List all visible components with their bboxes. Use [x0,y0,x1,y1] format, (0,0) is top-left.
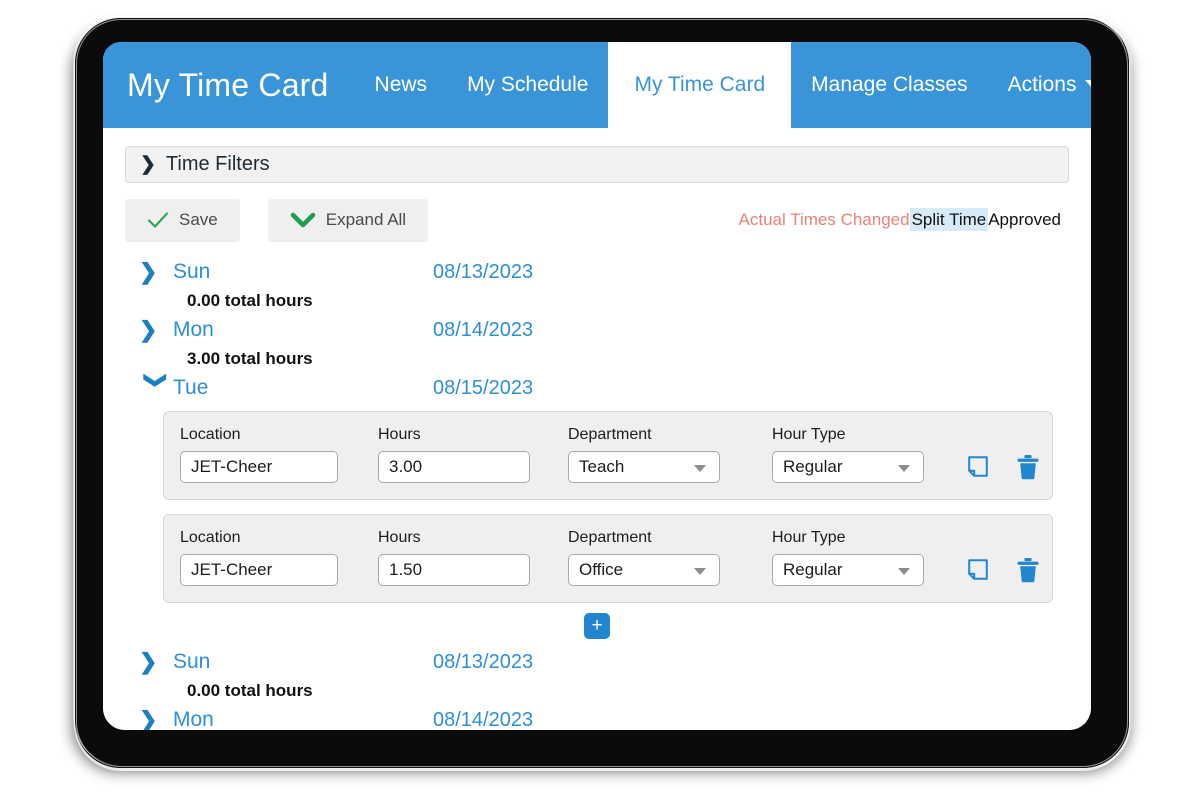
department-select-wrap: Office [568,554,720,586]
nav-item-my-time-card[interactable]: My Time Card [608,42,792,128]
nav-item-actions[interactable]: Actions [988,42,1091,128]
main-navigation: News My Schedule My Time Card Manage Cla… [355,42,1091,128]
day-expand-toggle-icon[interactable]: ❯ [139,319,173,341]
day-row-expanded[interactable]: ❯ Tue 08/15/2023 [125,371,1069,405]
nav-label-actions: Actions [1007,73,1077,96]
delete-icon[interactable] [1016,557,1040,583]
chevron-right-icon: ❯ [140,154,156,175]
tablet-screen: My Time Card News My Schedule My Time Ca… [103,42,1091,730]
row-actions [966,557,1040,583]
time-entry-row: Location Hours Department Teach Hour Typ… [163,411,1053,500]
day-row[interactable]: ❯ Mon 08/14/2023 [125,315,1069,345]
time-filters-label: Time Filters [165,153,270,175]
legend-split-time: Split Time [909,208,989,231]
nav-label-news: News [374,73,428,96]
save-button[interactable]: Save [125,199,240,241]
day-name[interactable]: Mon [173,708,433,730]
department-field: Department Office [568,529,720,586]
day-total-hours: 3.00 total hours [187,349,313,368]
time-entry-row: Location Hours Department Office Hour Ty… [163,514,1053,603]
day-date[interactable]: 08/13/2023 [433,651,533,674]
day-date[interactable]: 08/14/2023 [433,319,533,342]
hour-type-select[interactable]: Regular [772,451,924,483]
hour-type-label: Hour Type [772,426,846,443]
department-select[interactable]: Office [568,554,720,586]
nav-item-news[interactable]: News [355,42,448,128]
app-header: My Time Card News My Schedule My Time Ca… [103,42,1091,128]
day-total-hours: 0.00 total hours [187,681,313,700]
department-label: Department [568,426,652,443]
note-icon[interactable] [966,558,990,582]
time-filters-toggle[interactable]: ❯ Time Filters [125,146,1069,183]
hours-field: Hours [378,529,530,586]
location-field: Location [180,426,378,483]
hour-type-select-wrap: Regular [772,451,924,483]
hours-input[interactable] [378,451,530,483]
day-name[interactable]: Sun [173,650,433,674]
expand-all-button[interactable]: Expand All [267,199,429,241]
day-row[interactable]: ❯ Sun 08/13/2023 [125,257,1069,287]
day-expand-toggle-icon[interactable]: ❯ [139,709,173,731]
day-name[interactable]: Tue [173,376,433,400]
location-input[interactable] [180,451,338,483]
save-button-label: Save [179,210,218,229]
page-content: ❯ Time Filters Save Expand All Actual Ti… [103,128,1091,730]
status-legend: Actual Times Changed Split Time Approved [738,208,1061,231]
day-expand-toggle-icon[interactable]: ❯ [139,261,173,283]
nav-label-my-time-card: My Time Card [634,73,766,96]
hour-type-select[interactable]: Regular [772,554,924,586]
day-date[interactable]: 08/13/2023 [433,261,533,284]
hours-label: Hours [378,426,421,443]
nav-label-my-schedule: My Schedule [467,73,589,96]
hours-field: Hours [378,426,530,483]
add-entry-button[interactable]: + [584,613,610,639]
day-collapse-toggle-icon[interactable]: ❯ [144,371,169,405]
nav-item-manage-classes[interactable]: Manage Classes [791,42,987,128]
nav-label-manage-classes: Manage Classes [811,73,968,96]
chevron-down-bold-icon [290,212,316,228]
day-date[interactable]: 08/15/2023 [433,377,533,400]
location-label: Location [180,529,241,546]
timecard-day-list-top: ❯ Sun 08/13/2023 0.00 total hours ❯ Mon … [125,257,1069,403]
nav-item-my-schedule[interactable]: My Schedule [447,42,608,128]
hour-type-field: Hour Type Regular [772,426,924,483]
hour-type-select-wrap: Regular [772,554,924,586]
legend-approved: Approved [988,210,1061,229]
page-title: My Time Card [127,66,329,103]
timecard-day-list-bottom: ❯ Sun 08/13/2023 0.00 total hours ❯ Mon … [125,647,1069,730]
department-select[interactable]: Teach [568,451,720,483]
delete-icon[interactable] [1016,454,1040,480]
hours-input[interactable] [378,554,530,586]
location-field: Location [180,529,378,586]
day-name[interactable]: Sun [173,260,433,284]
day-row[interactable]: ❯ Sun 08/13/2023 [125,647,1069,677]
row-actions [966,454,1040,480]
day-date[interactable]: 08/14/2023 [433,709,533,731]
legend-actual-times-changed: Actual Times Changed [738,210,910,229]
toolbar: Save Expand All Actual Times Changed Spli… [125,199,1069,241]
day-name[interactable]: Mon [173,318,433,342]
day-total-hours: 0.00 total hours [187,291,313,310]
department-field: Department Teach [568,426,720,483]
screenshot-canvas: My Time Card News My Schedule My Time Ca… [0,0,1200,800]
hour-type-label: Hour Type [772,529,846,546]
department-label: Department [568,529,652,546]
chevron-down-icon [1085,80,1091,90]
day-expand-toggle-icon[interactable]: ❯ [139,651,173,673]
day-row[interactable]: ❯ Mon 08/14/2023 [125,705,1069,730]
add-entry-row: + [125,613,1069,639]
location-input[interactable] [180,554,338,586]
expand-all-button-label: Expand All [325,210,407,229]
department-select-wrap: Teach [568,451,720,483]
note-icon[interactable] [966,455,990,479]
hour-type-field: Hour Type Regular [772,529,924,586]
hours-label: Hours [378,529,421,546]
location-label: Location [180,426,241,443]
check-thin-icon [147,212,169,228]
